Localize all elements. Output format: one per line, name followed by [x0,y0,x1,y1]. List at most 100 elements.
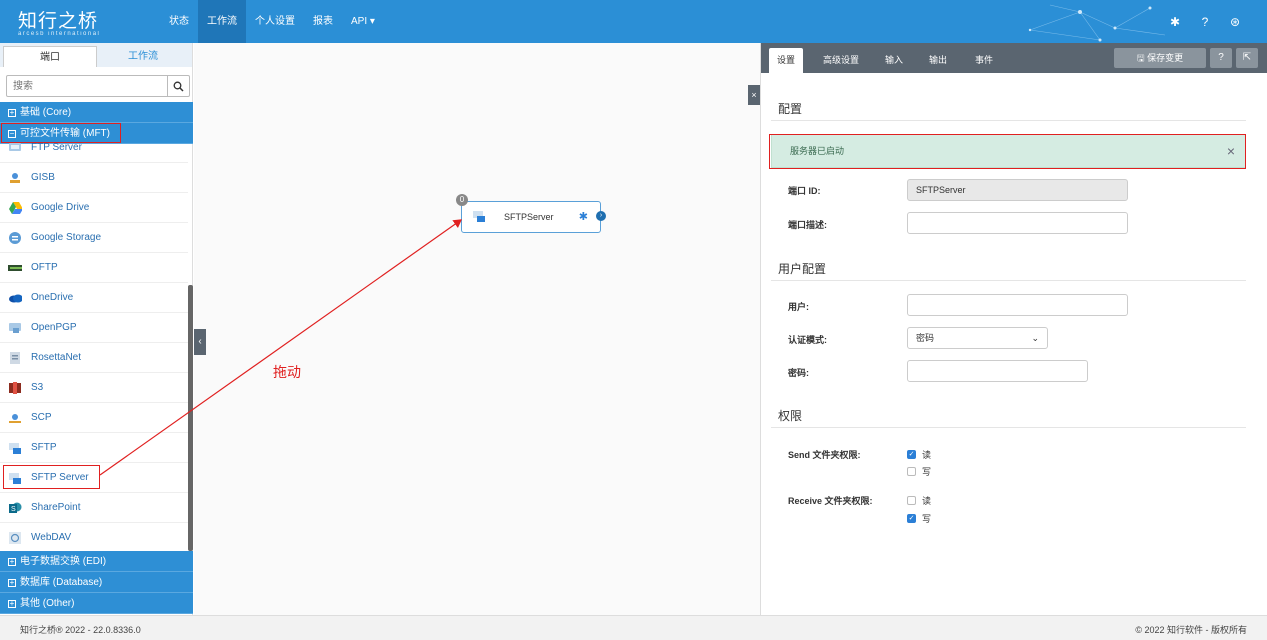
close-panel-icon[interactable]: × [748,85,760,105]
node-count-badge: 0 [456,194,468,206]
user-field[interactable] [907,294,1128,316]
password-field[interactable] [907,360,1088,382]
sftp-server-icon [472,209,486,226]
port-id-label: 端口 ID: [788,186,821,196]
palette-search [6,75,190,97]
sftp-icon [8,441,22,455]
list-item-sftp[interactable]: SFTP [0,433,188,463]
nav-workflow[interactable]: 工作流 [198,0,246,43]
checkbox-icon [907,496,916,505]
receive-write-checkbox[interactable]: ✓ 写 [907,512,931,525]
tab-events[interactable]: 事件 [967,48,1001,73]
list-item-openpgp[interactable]: OpenPGP [0,313,188,343]
popout-icon[interactable]: ⇱ [1236,48,1258,68]
workflow-node-sftpserver[interactable]: SFTPServer ✱ [461,201,601,233]
footer-version: 知行之桥® 2022 - 22.0.8336.0 [20,625,141,635]
rosettanet-icon [8,351,22,365]
nav-status[interactable]: 状态 [160,0,198,43]
server-icon [8,143,22,155]
receive-perm-label: Receive 文件夹权限: [788,496,873,506]
list-item-webdav[interactable]: WebDAV [0,523,188,551]
main-nav: 状态 工作流 个人设置 报表 API ▾ [160,0,384,43]
tab-output[interactable]: 输出 [921,48,955,73]
auth-mode-select[interactable]: 密码 ⌄ [907,327,1048,349]
pgp-icon [8,321,22,335]
highlight-sftp-server [3,465,100,489]
expand-icon: + [8,108,16,117]
node-output-port[interactable]: › [596,211,606,221]
palette-scrollbar[interactable] [188,285,193,551]
expand-icon: + [8,599,16,608]
help-button[interactable]: ? [1210,48,1232,68]
list-item-scp[interactable]: SCP [0,403,188,433]
category-core[interactable]: + 基础 (Core) [0,102,193,123]
tab-ports[interactable]: 端口 [3,46,97,67]
sharepoint-icon: S [8,501,22,515]
tab-input[interactable]: 输入 [877,48,911,73]
connector-list: FTP Server GISB Google Drive Google Stor… [0,143,193,551]
tab-advanced[interactable]: 高级设置 [815,48,867,73]
webdav-icon [8,531,22,545]
category-database[interactable]: + 数据库 (Database) [0,572,193,593]
scp-icon [8,411,22,425]
nav-reports[interactable]: 报表 [304,0,342,43]
list-item-s3[interactable]: S3 [0,373,188,403]
user-icon[interactable]: ⊛ [1228,15,1242,29]
list-item-ftp-server[interactable]: FTP Server [0,143,188,163]
collapse-left-button[interactable]: ‹ [194,329,206,355]
save-button[interactable]: 🖫 保存变更 [1114,48,1206,68]
drag-annotation: 拖动 [273,365,301,381]
top-bar: 知行之桥 arcesb international 状态 工作流 个人设置 报表… [0,0,1267,43]
list-item-onedrive[interactable]: OneDrive [0,283,188,313]
gisb-icon [8,171,22,185]
port-desc-field[interactable] [907,212,1128,234]
footer: 知行之桥® 2022 - 22.0.8336.0 © 2022 知行软件 - 版… [0,615,1267,640]
nav-api[interactable]: API ▾ [342,0,384,43]
highlight-alert [769,134,1246,169]
highlight-mft [1,123,121,143]
list-item-oftp[interactable]: OFTP [0,253,188,283]
password-label: 密码: [788,368,809,378]
port-id-field: SFTPServer [907,179,1128,201]
send-read-checkbox[interactable]: ✓ 读 [907,448,931,461]
category-edi[interactable]: + 电子数据交换 (EDI) [0,551,193,572]
divider [771,280,1246,281]
divider [771,427,1246,428]
oftp-icon [8,261,22,275]
workflow-canvas[interactable] [194,43,760,615]
settings-panel: 设置 高级设置 输入 输出 事件 🖫 保存变更 ? ⇱ 配置 服务器已启动 × … [760,43,1267,615]
checkbox-checked-icon: ✓ [907,450,916,459]
chevron-down-icon: ⌄ [1031,333,1039,343]
send-write-checkbox[interactable]: 写 [907,465,931,478]
list-item-google-drive[interactable]: Google Drive [0,193,188,223]
google-storage-icon [8,231,22,245]
gear-icon[interactable]: ✱ [1168,15,1182,29]
divider [771,120,1246,121]
search-icon[interactable] [167,76,189,96]
search-input[interactable] [7,76,167,96]
tab-settings[interactable]: 设置 [769,48,804,73]
help-icon[interactable]: ? [1198,15,1212,29]
tab-workflows[interactable]: 工作流 [97,46,189,67]
nav-profile[interactable]: 个人设置 [246,0,304,43]
send-perm-label: Send 文件夹权限: [788,450,861,460]
svg-text:S: S [11,506,16,513]
save-icon: 🖫 [1136,53,1148,63]
node-settings-icon[interactable]: ✱ [579,210,588,223]
auth-mode-label: 认证模式: [788,335,827,345]
list-item-gisb[interactable]: GISB [0,163,188,193]
category-other[interactable]: + 其他 (Other) [0,593,193,614]
list-item-sharepoint[interactable]: S SharePoint [0,493,188,523]
user-label: 用户: [788,302,809,312]
checkbox-icon [907,467,916,476]
palette-tabs: 端口 工作流 [0,43,192,67]
settings-tabs: 设置 高级设置 输入 输出 事件 🖫 保存变更 ? ⇱ [761,43,1267,73]
section-permissions: 权限 [778,409,803,423]
receive-read-checkbox[interactable]: 读 [907,494,931,507]
section-user-config: 用户配置 [778,262,827,276]
list-item-rosettanet[interactable]: RosettaNet [0,343,188,373]
logo[interactable]: 知行之桥 arcesb international [18,6,100,37]
list-item-google-storage[interactable]: Google Storage [0,223,188,253]
checkbox-checked-icon: ✓ [907,514,916,523]
section-config: 配置 [778,102,803,116]
